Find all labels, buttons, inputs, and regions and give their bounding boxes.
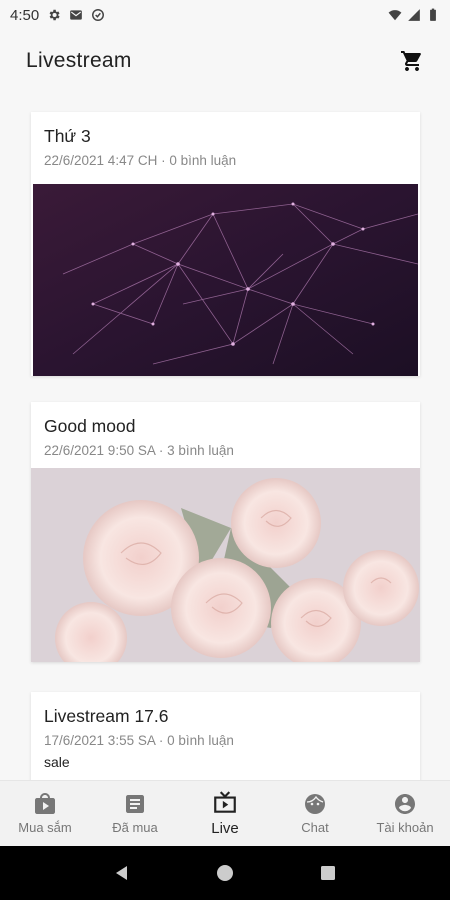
system-navigation-bar bbox=[0, 846, 450, 900]
face-icon bbox=[305, 794, 325, 814]
app-bar: Livestream bbox=[0, 30, 450, 92]
nav-item-live[interactable]: Live bbox=[180, 781, 270, 846]
nav-item-account[interactable]: Tài khoản bbox=[360, 781, 450, 846]
settings-icon bbox=[49, 9, 60, 21]
post-card[interactable]: Thứ 3 22/6/2021 4:47 CH · 0 bình luận bbox=[31, 112, 420, 376]
post-thumbnail[interactable] bbox=[33, 184, 418, 376]
wifi-icon bbox=[388, 10, 402, 21]
home-button[interactable] bbox=[216, 864, 234, 882]
nav-label: Đã mua bbox=[112, 820, 158, 835]
post-thumbnail[interactable] bbox=[31, 468, 420, 662]
post-title: Good mood bbox=[44, 416, 136, 436]
post-card[interactable]: Livestream 17.6 17/6/2021 3:55 SA · 0 bì… bbox=[31, 692, 420, 780]
gmail-icon bbox=[70, 10, 83, 20]
post-card[interactable]: Good mood 22/6/2021 9:50 SA · 3 bình luậ… bbox=[31, 402, 420, 662]
post-meta: 22/6/2021 9:50 SA · 3 bình luận bbox=[44, 443, 234, 458]
nav-label: Mua sắm bbox=[18, 820, 72, 835]
status-time: 4:50 bbox=[10, 6, 40, 24]
tv-icon bbox=[214, 791, 236, 813]
bottom-navigation: Mua sắm Đã mua Live Chat Tài khoản bbox=[0, 780, 450, 846]
sync-icon bbox=[92, 9, 105, 21]
receipt-icon bbox=[126, 795, 144, 813]
nav-item-shopping[interactable]: Mua sắm bbox=[0, 781, 90, 846]
screen: 4:50 Livestream Thứ 3 22/6/2021 4:47 CH … bbox=[0, 0, 450, 900]
nav-label: Tài khoản bbox=[376, 820, 434, 835]
back-button[interactable] bbox=[113, 864, 131, 882]
post-description: sale bbox=[44, 754, 70, 770]
nav-label: Chat bbox=[301, 820, 329, 835]
post-meta: 17/6/2021 3:55 SA · 0 bình luận bbox=[44, 733, 234, 748]
account-icon bbox=[395, 794, 415, 814]
cart-icon bbox=[401, 51, 421, 71]
back-triangle-icon bbox=[115, 866, 127, 880]
nav-item-chat[interactable]: Chat bbox=[270, 781, 360, 846]
signal-icon bbox=[408, 9, 420, 21]
recents-button[interactable] bbox=[319, 864, 337, 882]
nav-label: Live bbox=[211, 820, 239, 837]
recents-square-icon bbox=[321, 866, 336, 880]
page-title: Livestream bbox=[26, 49, 132, 72]
home-circle-icon bbox=[216, 865, 233, 881]
nav-item-purchased[interactable]: Đã mua bbox=[90, 781, 180, 846]
shopping-bag-icon bbox=[35, 793, 55, 814]
livestream-feed[interactable]: Thứ 3 22/6/2021 4:47 CH · 0 bình luận Go… bbox=[0, 92, 450, 780]
post-meta: 22/6/2021 4:47 CH · 0 bình luận bbox=[44, 153, 237, 168]
status-bar: 4:50 bbox=[0, 0, 450, 30]
cart-button[interactable] bbox=[398, 47, 426, 75]
post-title: Thứ 3 bbox=[44, 126, 91, 146]
post-title: Livestream 17.6 bbox=[44, 706, 169, 726]
battery-icon bbox=[430, 8, 436, 21]
